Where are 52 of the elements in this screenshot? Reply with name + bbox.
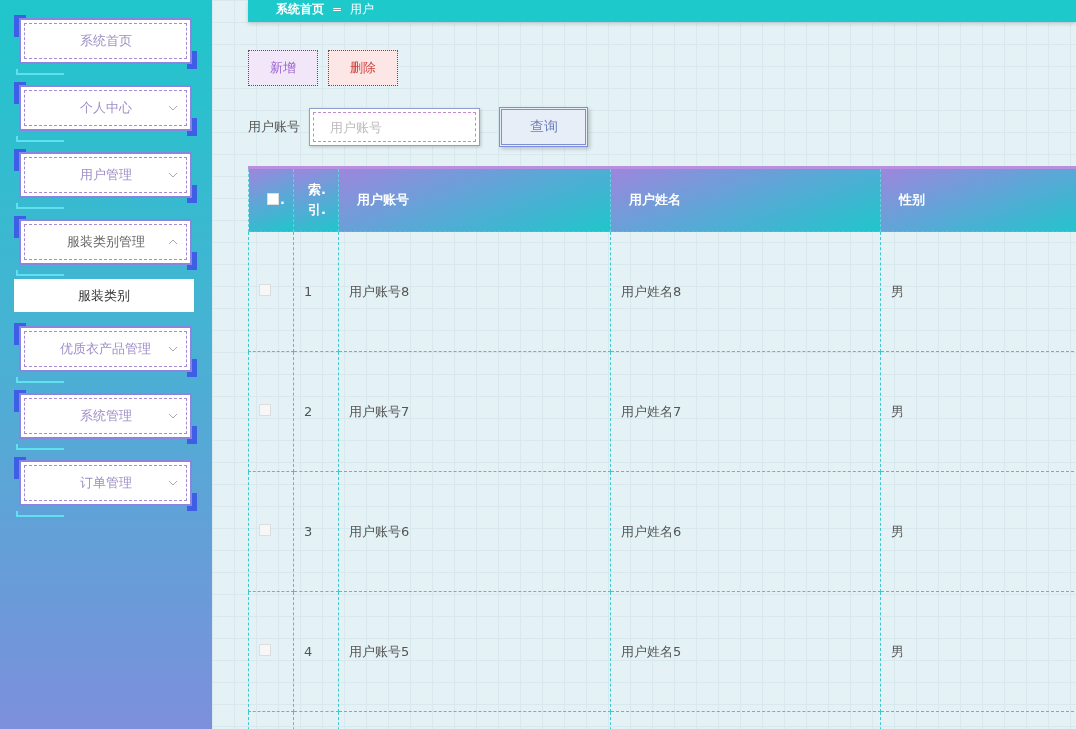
checkbox-label: . [280,191,285,207]
table-cell: 用户账号5 [338,591,611,712]
column-header[interactable]: 性别 [880,167,1076,232]
row-checkbox[interactable] [259,524,271,536]
chevron-down-icon [168,171,178,179]
table-cell: 用户姓名6 [610,471,881,592]
accent-line [16,136,64,142]
table-cell: 2 [293,351,339,472]
table-cell: 用户账号6 [338,471,611,592]
chevron-down-icon [168,479,178,487]
table-cell: 用户姓名8 [610,231,881,352]
column-header[interactable]: 索.引. [293,167,339,232]
search-button[interactable]: 查询 [499,107,588,147]
row-checkbox[interactable] [259,644,271,656]
chevron-down-icon [168,412,178,420]
accent-line [16,444,64,450]
sidebar-item[interactable]: 系统首页 [19,18,192,64]
chevron-down-icon [168,345,178,353]
row-checkbox[interactable] [259,284,271,296]
accent-line [16,377,64,383]
table-cell: 1 [293,231,339,352]
column-header[interactable]: 用户账号 [338,167,611,232]
sidebar-item[interactable]: 用户管理 [19,152,192,198]
row-checkbox[interactable] [259,404,271,416]
sidebar-subitem[interactable]: 服装类别 [14,279,194,312]
accent-line [16,270,64,276]
search-label: 用户账号 [248,118,300,136]
column-header[interactable]: 用户姓名 [610,167,881,232]
delete-button[interactable]: 删除 [328,50,398,86]
breadcrumb-separator: = [332,4,343,14]
table-cell: 3 [293,471,339,592]
sidebar-item[interactable]: 个人中心 [19,85,192,131]
table-cell: 用户账号7 [338,351,611,472]
breadcrumb-item[interactable]: 用户 [350,4,375,14]
chevron-down-icon [168,104,178,112]
sidebar-item[interactable]: 系统管理 [19,393,192,439]
table-cell: 用户姓名5 [610,591,881,712]
sidebar-item[interactable]: 订单管理 [19,460,192,506]
accent-line [16,511,64,517]
chevron-up-icon [168,238,178,246]
table-cell: 用户账号8 [338,231,611,352]
sidebar-item[interactable]: 服装类别管理 [19,219,192,265]
table-cell: 男 [880,231,1076,352]
breadcrumb-item[interactable]: 系统首页 [276,4,324,14]
table-cell: 用户姓名7 [610,351,881,472]
accent-line [16,69,64,75]
sidebar-item[interactable]: 优质衣产品管理 [19,326,192,372]
table-cell: 4 [293,591,339,712]
add-button[interactable]: 新增 [248,50,318,86]
accent-line [16,203,64,209]
select-all-checkbox[interactable] [267,193,279,206]
search-field[interactable]: 用户账号 [309,108,480,146]
